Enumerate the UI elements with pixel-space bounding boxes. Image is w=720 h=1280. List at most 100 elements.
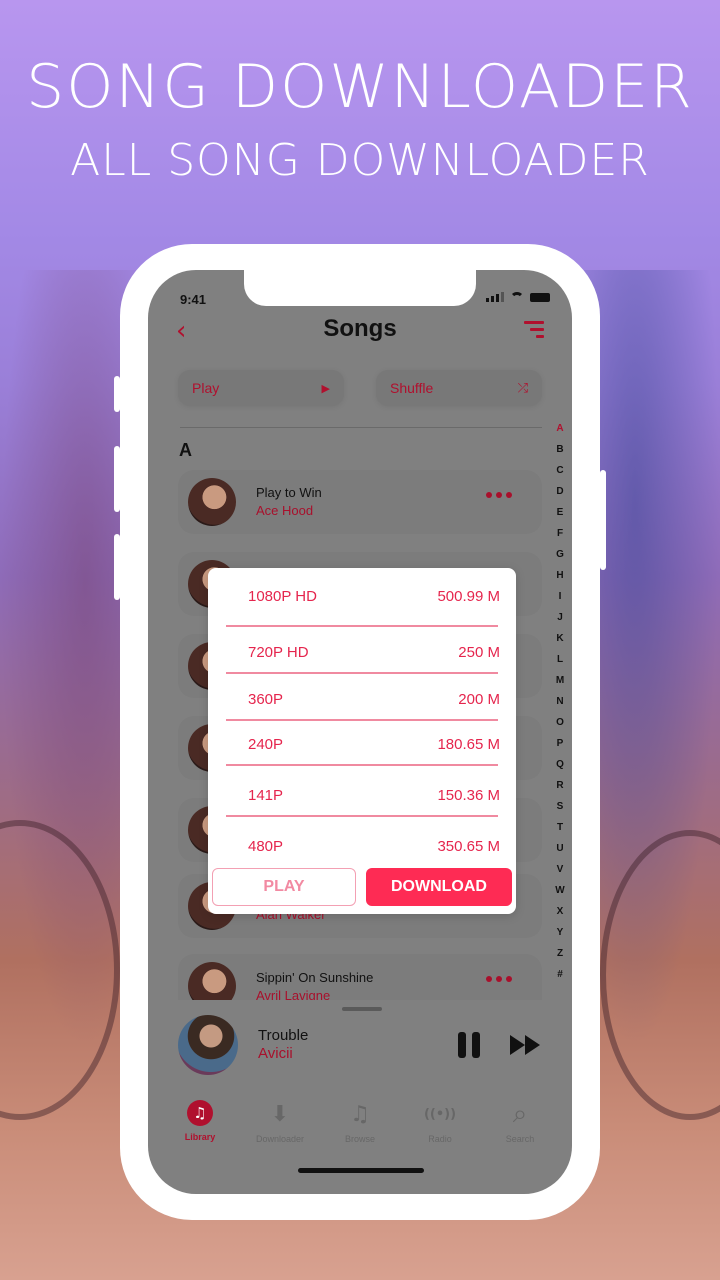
song-artist: Avril Lavigne — [256, 988, 331, 1000]
search-icon: ⌕ — [512, 1098, 528, 1129]
alphabet-index-letter[interactable]: M — [556, 670, 564, 691]
download-arrow-icon: ⬇ — [270, 1101, 290, 1127]
alphabet-index-letter[interactable]: R — [556, 775, 563, 796]
tab-library[interactable]: ♫ Library — [164, 1100, 236, 1144]
alphabet-index-letter[interactable]: I — [559, 586, 562, 607]
quality-option[interactable]: 141P 150.36 M — [208, 766, 516, 817]
alphabet-index-letter[interactable]: D — [556, 481, 563, 502]
signal-icon — [486, 292, 504, 302]
alphabet-index-letter[interactable]: W — [555, 880, 564, 901]
alphabet-index-letter[interactable]: J — [557, 607, 563, 628]
download-button[interactable]: DOWNLOAD — [366, 868, 512, 906]
tab-label: Radio — [428, 1134, 452, 1144]
more-options-icon[interactable] — [486, 976, 512, 982]
section-header: A — [179, 440, 192, 460]
fast-forward-icon[interactable] — [510, 1035, 540, 1055]
quality-label: 240P — [248, 736, 284, 753]
song-title: Sippin' On Sunshine — [256, 970, 374, 985]
alphabet-index-letter[interactable]: P — [557, 733, 564, 754]
alphabet-index-letter[interactable]: O — [556, 712, 564, 733]
tab-label: Downloader — [255, 1134, 305, 1144]
phone-volume-up — [114, 446, 120, 512]
file-size: 250 M — [458, 644, 500, 661]
tab-downloader[interactable]: ⬇ Downloader — [244, 1100, 316, 1145]
alphabet-index-letter[interactable]: F — [557, 523, 563, 544]
play-icon: ▶ — [321, 382, 330, 395]
alphabet-index-letter[interactable]: L — [557, 649, 563, 670]
status-time: 9:41 — [180, 292, 207, 307]
drag-handle[interactable] — [342, 1007, 382, 1011]
file-size: 500.99 M — [437, 588, 500, 605]
alphabet-index-letter[interactable]: T — [557, 817, 563, 838]
phone-volume-down — [114, 534, 120, 600]
file-size: 180.65 M — [437, 736, 500, 753]
song-artwork — [188, 962, 236, 1000]
alphabet-index-letter[interactable]: S — [557, 796, 564, 817]
tab-search[interactable]: ⌕ Search — [484, 1098, 556, 1145]
alphabet-index-letter[interactable]: V — [557, 859, 564, 880]
status-icons — [486, 292, 550, 302]
quality-option[interactable]: 1080P HD 500.99 M — [208, 576, 516, 627]
phone-power-button — [600, 470, 606, 570]
notch — [244, 270, 476, 306]
filter-icon[interactable] — [524, 321, 544, 339]
play-all-label: Play — [192, 380, 220, 396]
alphabet-index-letter[interactable]: A — [556, 418, 563, 439]
song-artist: Ace Hood — [256, 503, 314, 518]
phone-side-button — [114, 376, 120, 412]
quality-option[interactable]: 240P 180.65 M — [208, 715, 516, 766]
tab-label: Search — [505, 1134, 535, 1144]
more-options-icon[interactable] — [486, 492, 512, 498]
now-playing-title: Trouble — [258, 1027, 309, 1044]
file-size: 350.65 M — [437, 838, 500, 855]
play-all-button[interactable]: Play ▶ — [178, 370, 344, 406]
alphabet-index-letter[interactable]: C — [556, 460, 563, 481]
now-playing-artwork — [178, 1015, 238, 1075]
divider — [180, 427, 542, 428]
page-title: Songs — [323, 315, 397, 342]
quality-option[interactable]: 360P 200 M — [208, 670, 516, 721]
wifi-icon — [510, 292, 524, 302]
now-playing-artist: Avicii — [258, 1045, 293, 1062]
quality-label: 360P — [248, 691, 284, 708]
alphabet-index-letter[interactable]: U — [556, 838, 563, 859]
tab-browse[interactable]: ♫ Browse — [324, 1100, 396, 1145]
alphabet-index-letter[interactable]: G — [556, 544, 564, 565]
music-note-icon: ♫ — [187, 1100, 213, 1126]
song-row[interactable]: Sippin' On Sunshine Avril Lavigne — [178, 954, 542, 1000]
quality-option[interactable]: 720P HD 250 M — [208, 623, 516, 674]
song-row[interactable]: Play to Win Ace Hood — [178, 470, 542, 534]
pause-icon[interactable] — [458, 1032, 482, 1058]
promo-subheadline: ALL SONG DOWNLOADER — [70, 135, 650, 186]
tab-bar: ♫ Library ⬇ Downloader ♫ Browse ((•)) Ra… — [148, 1098, 572, 1145]
quality-label: 141P — [248, 787, 284, 804]
quality-label: 480P — [248, 838, 284, 855]
play-button[interactable]: PLAY — [212, 868, 356, 906]
tab-label: Browse — [344, 1134, 375, 1144]
alphabet-index-letter[interactable]: Z — [557, 943, 563, 964]
alphabet-index-letter[interactable]: E — [557, 502, 564, 523]
file-size: 200 M — [458, 691, 500, 708]
file-size: 150.36 M — [437, 787, 500, 804]
home-indicator[interactable] — [298, 1168, 424, 1173]
quality-label: 1080P HD — [248, 588, 317, 605]
alphabet-index-letter[interactable]: H — [556, 565, 563, 586]
tab-radio[interactable]: ((•)) Radio — [404, 1100, 476, 1145]
quality-option[interactable]: 480P 350.65 M — [208, 817, 516, 868]
alphabet-index-letter[interactable]: # — [557, 964, 563, 985]
battery-icon — [530, 293, 550, 302]
alphabet-index-letter[interactable]: B — [556, 439, 563, 460]
shuffle-button[interactable]: Shuffle ⤮ — [376, 370, 542, 406]
alphabet-index-letter[interactable]: Y — [557, 922, 564, 943]
shuffle-label: Shuffle — [390, 380, 434, 396]
promo-headline: SONG DOWNLOADER — [26, 52, 694, 122]
alphabet-index-letter[interactable]: X — [557, 901, 564, 922]
tab-label: Library — [184, 1132, 216, 1142]
alphabet-index-letter[interactable]: Q — [556, 754, 564, 775]
alphabet-index[interactable]: A B C D E F G H I J K L M N O P Q R S T U V W X Y Z # — [552, 418, 568, 985]
alphabet-index-letter[interactable]: N — [556, 691, 563, 712]
radio-broadcast-icon: ((•)) — [423, 1106, 457, 1122]
alphabet-index-letter[interactable]: K — [556, 628, 563, 649]
song-artwork — [188, 478, 236, 526]
song-title: Play to Win — [256, 485, 322, 500]
